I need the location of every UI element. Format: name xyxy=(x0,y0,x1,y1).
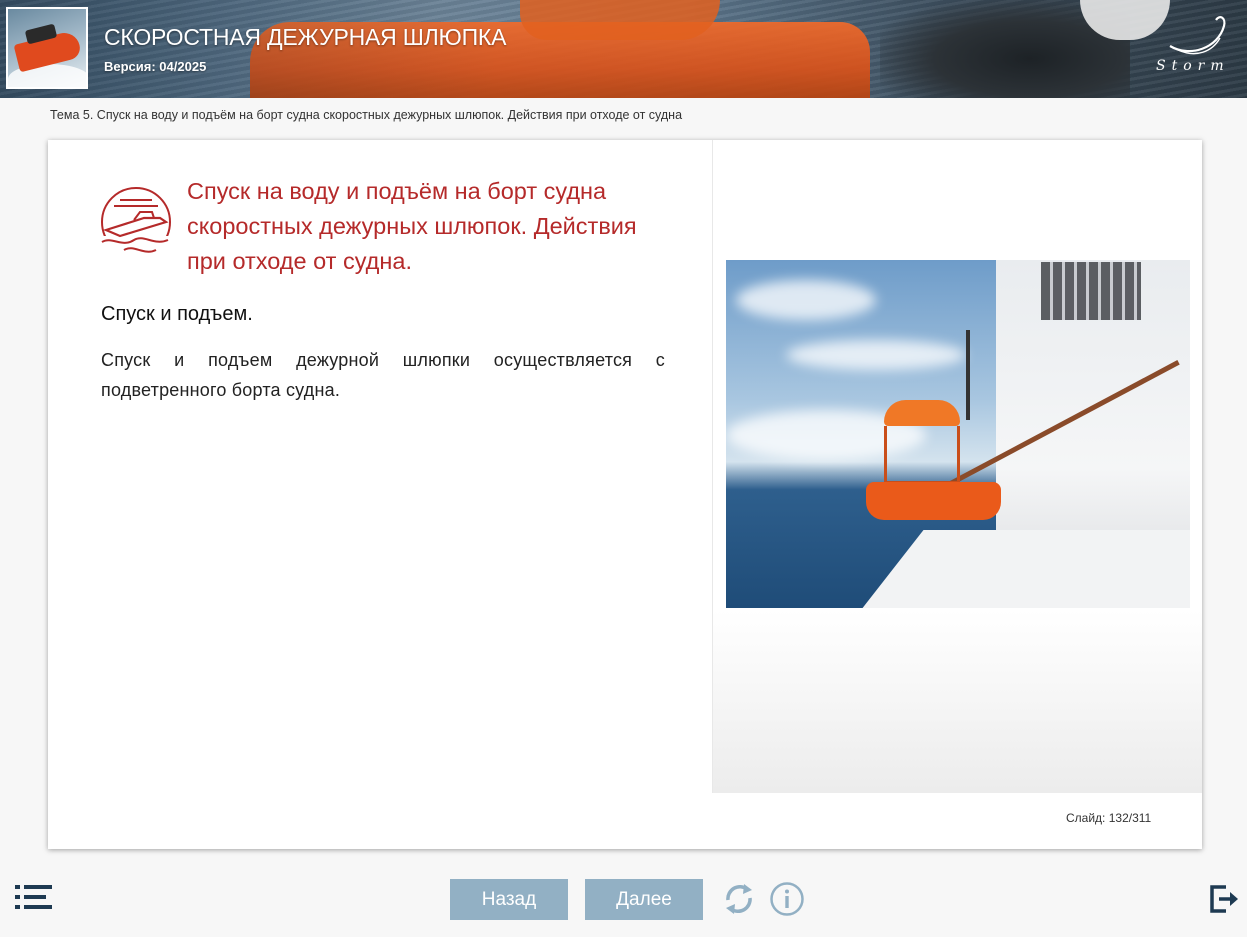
rescue-boat-photo xyxy=(726,260,1190,608)
list-menu-icon[interactable] xyxy=(14,883,54,913)
speedboat-icon xyxy=(100,187,172,260)
section-title: Спуск и подъем. xyxy=(101,303,253,325)
back-button[interactable]: Назад xyxy=(450,879,568,920)
course-thumbnail xyxy=(6,7,88,89)
logo-text: Storm xyxy=(1156,58,1230,74)
topic-title: Спуск на воду и подъём на борт судна ско… xyxy=(187,178,637,274)
slide-card: Спуск на воду и подъём на борт судна ско… xyxy=(48,140,1202,849)
slide-counter: Слайд: 132/311 xyxy=(1066,811,1152,825)
body-text: Спуск и подъем дежурной шлюпки осуществл… xyxy=(101,350,665,400)
reload-icon[interactable] xyxy=(720,880,758,918)
info-icon[interactable] xyxy=(768,880,806,918)
course-version: Версия: 04/2025 xyxy=(104,59,207,74)
breadcrumb: Тема 5. Спуск на воду и подъём на борт с… xyxy=(50,108,683,122)
exit-icon[interactable] xyxy=(1208,883,1240,915)
course-title: СКОРОСТНАЯ ДЕЖУРНАЯ ШЛЮПКА xyxy=(104,24,507,50)
next-button[interactable]: Далее xyxy=(585,879,703,920)
header-banner: СКОРОСТНАЯ ДЕЖУРНАЯ ШЛЮПКА Версия: 04/20… xyxy=(0,0,1247,98)
